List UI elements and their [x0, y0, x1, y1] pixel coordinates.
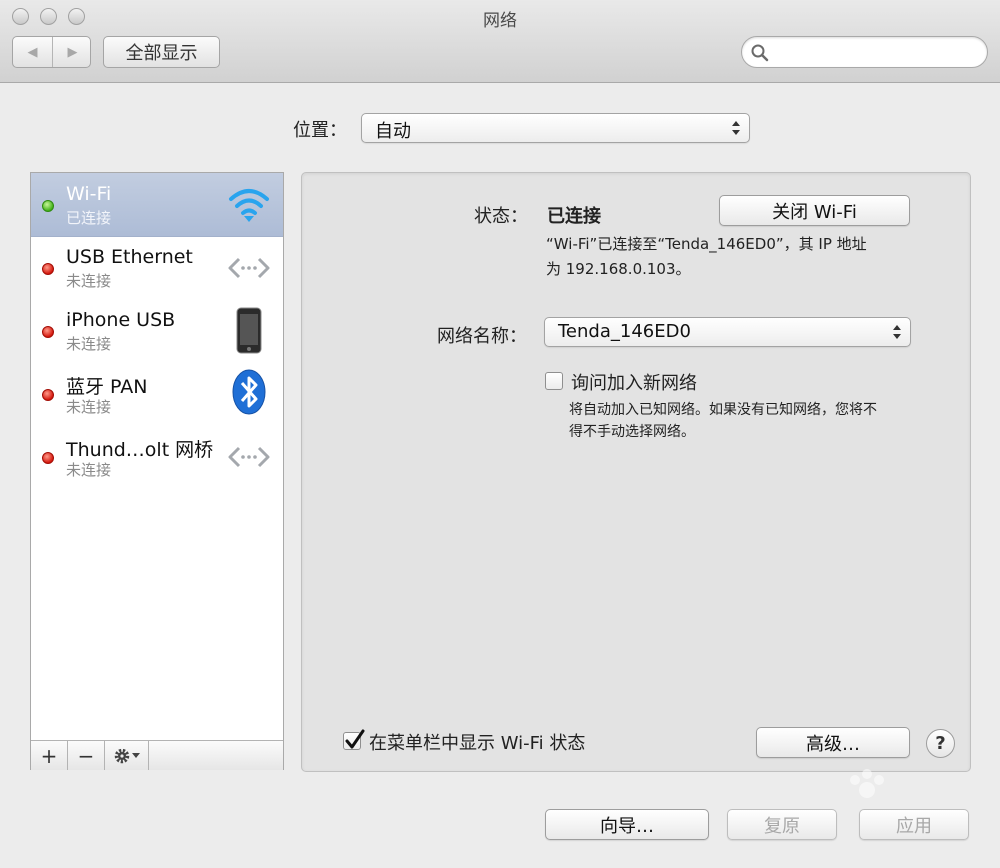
ask-join-description-line: 得不手动选择网络。	[569, 424, 695, 440]
search-icon	[751, 44, 769, 62]
back-button[interactable]: ◀	[13, 37, 52, 67]
forward-button[interactable]: ▶	[53, 37, 92, 67]
action-menu-button[interactable]	[105, 741, 149, 770]
search-field[interactable]	[741, 36, 988, 68]
status-description-line: “Wi-Fi”已连接至“Tenda_146ED0”，其 IP 地址	[546, 235, 867, 253]
chevron-left-icon: ◀	[27, 44, 38, 60]
service-item-wifi[interactable]: Wi-Fi 已连接	[31, 173, 283, 237]
service-status: 未连接	[66, 335, 112, 353]
location-value: 自动	[375, 121, 411, 142]
assist-me-button[interactable]: 向导…	[545, 809, 709, 840]
iphone-icon	[236, 307, 262, 354]
network-name-label: 网络名称：	[437, 326, 527, 347]
add-service-button[interactable]: +	[31, 741, 68, 770]
service-status: 已连接	[66, 209, 112, 227]
show-all-button[interactable]: 全部显示	[103, 36, 220, 68]
bluetooth-icon	[232, 369, 266, 415]
service-name: Thund…olt 网桥	[66, 439, 214, 461]
show-wifi-menubar-label: 在菜单栏中显示 Wi-Fi 状态	[369, 733, 586, 754]
wifi-icon	[229, 189, 269, 222]
status-indicator	[42, 452, 54, 464]
status-label: 状态：	[474, 206, 528, 227]
status-description-line: 为 192.168.0.103。	[546, 260, 691, 278]
service-name: USB Ethernet	[66, 246, 193, 268]
service-status: 未连接	[66, 461, 112, 479]
updown-arrows-icon	[732, 121, 740, 135]
chevron-right-icon: ▶	[67, 44, 78, 60]
service-item-bluetooth-pan[interactable]: 蓝牙 PAN 未连接	[31, 362, 283, 425]
status-indicator	[42, 263, 54, 275]
gear-icon	[114, 748, 140, 763]
network-name-value: Tenda_146ED0	[558, 321, 691, 342]
search-input[interactable]	[776, 42, 980, 64]
back-forward-control: ◀ ▶	[12, 36, 91, 68]
location-label: 位置：	[293, 120, 347, 141]
updown-arrows-icon	[893, 325, 901, 339]
status-indicator	[42, 389, 54, 401]
ask-join-networks-checkbox[interactable]	[545, 372, 563, 390]
ask-join-description-line: 将自动加入已知网络。如果没有已知网络，您将不	[569, 402, 877, 418]
ask-join-networks-label: 询问加入新网络	[571, 373, 697, 394]
service-name: Wi-Fi	[66, 183, 112, 205]
remove-service-button[interactable]: −	[68, 741, 105, 770]
ask-join-description: 将自动加入已知网络。如果没有已知网络，您将不 得不手动选择网络。	[569, 399, 877, 443]
turn-off-wifi-button[interactable]: 关闭 Wi-Fi	[719, 195, 910, 226]
advanced-button[interactable]: 高级…	[756, 727, 910, 758]
ethernet-icon	[228, 446, 270, 468]
service-item-usb-ethernet[interactable]: USB Ethernet 未连接	[31, 236, 283, 299]
status-indicator	[42, 326, 54, 338]
status-value: 已连接	[547, 206, 601, 227]
window-toolbar: 网络 ◀ ▶ 全部显示	[0, 0, 1000, 83]
location-popup[interactable]: 自动	[361, 113, 750, 143]
window-title: 网络	[483, 11, 517, 31]
service-status: 未连接	[66, 272, 112, 290]
service-item-thunderbolt-bridge[interactable]: Thund…olt 网桥 未连接	[31, 425, 283, 488]
status-description: “Wi-Fi”已连接至“Tenda_146ED0”，其 IP 地址 为 192.…	[546, 232, 867, 282]
service-list: Wi-Fi 已连接 USB Ethernet 未连接 iPhone USB 未连…	[30, 172, 284, 770]
service-name: iPhone USB	[66, 309, 176, 331]
checkmark-icon	[345, 729, 365, 749]
service-name: 蓝牙 PAN	[66, 376, 148, 398]
service-list-toolbar: + −	[31, 740, 283, 770]
network-name-popup[interactable]: Tenda_146ED0	[544, 317, 911, 347]
help-button[interactable]: ?	[926, 729, 955, 758]
watermark-logo	[850, 769, 884, 798]
service-item-iphone-usb[interactable]: iPhone USB 未连接	[31, 299, 283, 362]
show-wifi-menubar-checkbox[interactable]	[343, 729, 365, 750]
service-status: 未连接	[66, 398, 112, 416]
ethernet-icon	[228, 257, 270, 279]
status-indicator	[42, 200, 54, 212]
